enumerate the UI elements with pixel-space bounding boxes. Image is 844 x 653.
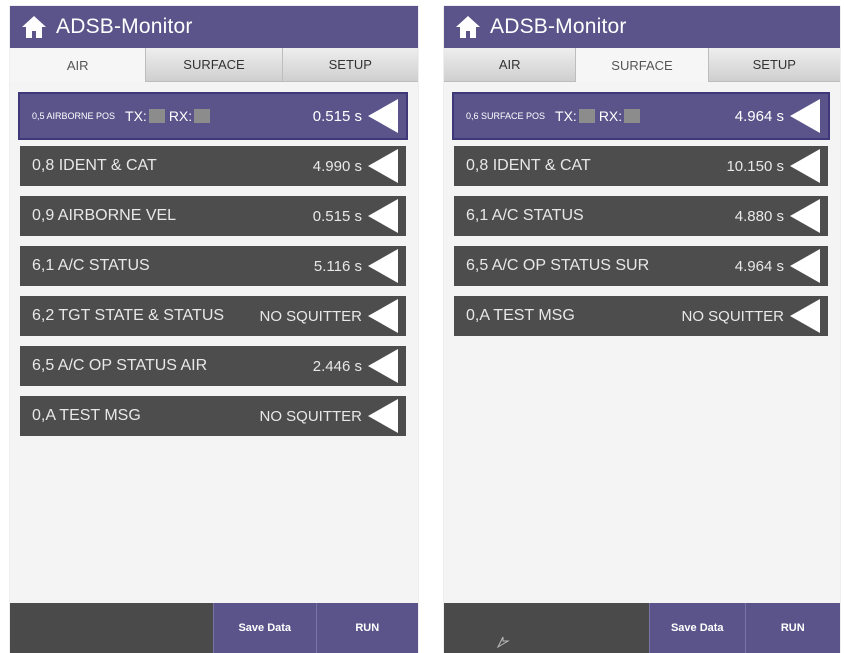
run-button[interactable]: RUN — [744, 603, 840, 653]
tx-led — [148, 109, 165, 123]
message-label: 6,5 A/C OP STATUS AIR — [32, 357, 208, 374]
message-interval: NO SQUITTER — [681, 307, 784, 325]
message-row-selected[interactable]: 0,6 SURFACE POS TX: RX: 4.964 s — [452, 92, 830, 140]
tx-led — [578, 109, 595, 123]
message-row[interactable]: 6,2 TGT STATE & STATUS NO SQUITTER — [20, 296, 406, 336]
message-label: 6,1 A/C STATUS — [466, 207, 584, 224]
message-label: 0,A TEST MSG — [32, 407, 141, 424]
left-arrow-icon[interactable] — [790, 249, 820, 283]
rx-label: RX: — [168, 108, 193, 124]
message-interval: 4.964 s — [734, 107, 784, 125]
message-label: 6,2 TGT STATE & STATUS — [32, 307, 225, 324]
message-row[interactable]: 0,A TEST MSG NO SQUITTER — [454, 296, 828, 336]
left-arrow-icon[interactable] — [368, 199, 398, 233]
left-arrow-icon[interactable] — [368, 99, 398, 133]
message-label: 0,8 IDENT & CAT — [466, 157, 591, 174]
message-interval: 0.515 s — [312, 107, 362, 125]
tx-rx-indicator: TX: RX: — [555, 108, 735, 124]
message-row[interactable]: 0,9 AIRBORNE VEL 0.515 s — [20, 196, 406, 236]
message-interval: 4.964 s — [734, 257, 784, 275]
app-title: ADSB-Monitor — [56, 15, 193, 38]
tab-air[interactable]: AIR — [10, 48, 147, 82]
tab-setup[interactable]: SETUP — [282, 48, 418, 82]
message-label: 6,1 A/C STATUS — [32, 257, 150, 274]
run-button[interactable]: RUN — [315, 603, 418, 653]
message-interval: 5.116 s — [313, 257, 362, 275]
message-list: 0,6 SURFACE POS TX: RX: 4.964 s 0,8 IDEN… — [444, 82, 840, 336]
air-screen: ADSB-Monitor AIR SURFACE SETUP 0,5 AIRBO… — [10, 6, 418, 653]
message-interval: 0.515 s — [312, 207, 362, 225]
rx-led — [624, 109, 641, 123]
message-interval: NO SQUITTER — [259, 407, 362, 425]
left-arrow-icon[interactable] — [368, 249, 398, 283]
message-interval: 4.990 s — [312, 157, 362, 175]
tab-surface[interactable]: SURFACE — [146, 48, 283, 82]
left-arrow-icon[interactable] — [368, 149, 398, 183]
tab-bar: AIR SURFACE SETUP — [444, 48, 840, 82]
app-title: ADSB-Monitor — [490, 15, 627, 38]
message-row[interactable]: 6,1 A/C STATUS 4.880 s — [454, 196, 828, 236]
message-label: 6,5 A/C OP STATUS SUR — [466, 257, 650, 274]
message-row[interactable]: 6,1 A/C STATUS 5.116 s — [20, 246, 406, 286]
tx-label: TX: — [125, 108, 147, 124]
left-arrow-icon[interactable] — [368, 399, 398, 433]
message-label: 0,6 SURFACE POS — [466, 111, 546, 121]
left-arrow-icon[interactable] — [368, 299, 398, 333]
message-interval: 4.880 s — [734, 207, 784, 225]
message-label: 0,A TEST MSG — [466, 307, 575, 324]
message-label: 0,8 IDENT & CAT — [32, 157, 157, 174]
cursor-icon — [496, 636, 510, 649]
tx-rx-indicator: TX: RX: — [125, 108, 313, 124]
app-bar: ADSB-Monitor — [10, 6, 418, 48]
home-icon[interactable] — [454, 14, 482, 40]
tab-bar: AIR SURFACE SETUP — [10, 48, 418, 82]
message-interval: NO SQUITTER — [259, 307, 362, 325]
message-label: 0,9 AIRBORNE VEL — [32, 207, 177, 224]
save-data-button[interactable]: Save Data — [649, 603, 745, 653]
home-icon[interactable] — [20, 14, 48, 40]
left-arrow-icon[interactable] — [368, 349, 398, 383]
message-row[interactable]: 6,5 A/C OP STATUS AIR 2.446 s — [20, 346, 406, 386]
left-arrow-icon[interactable] — [790, 149, 820, 183]
message-row[interactable]: 0,A TEST MSG NO SQUITTER — [20, 396, 406, 436]
save-data-button[interactable]: Save Data — [213, 603, 316, 653]
message-interval: 10.150 s — [726, 157, 784, 175]
left-arrow-icon[interactable] — [790, 199, 820, 233]
tx-label: TX: — [555, 108, 577, 124]
tab-setup[interactable]: SETUP — [708, 48, 840, 82]
tab-surface[interactable]: SURFACE — [576, 48, 709, 82]
bottom-bar: Save Data RUN — [10, 603, 418, 653]
message-interval: 2.446 s — [312, 357, 362, 375]
message-list: 0,5 AIRBORNE POS TX: RX: 0.515 s 0,8 IDE… — [10, 82, 418, 436]
left-arrow-icon[interactable] — [790, 99, 820, 133]
message-row[interactable]: 0,8 IDENT & CAT 4.990 s — [20, 146, 406, 186]
rx-led — [194, 109, 211, 123]
rx-label: RX: — [598, 108, 623, 124]
bottom-bar-spacer — [444, 603, 649, 653]
tab-air[interactable]: AIR — [444, 48, 577, 82]
message-label: 0,5 AIRBORNE POS — [32, 111, 116, 121]
bottom-bar: Save Data RUN — [444, 603, 840, 653]
surface-screen: ADSB-Monitor AIR SURFACE SETUP 0,6 SURFA… — [444, 6, 840, 653]
bottom-bar-spacer — [10, 603, 213, 653]
message-row-selected[interactable]: 0,5 AIRBORNE POS TX: RX: 0.515 s — [18, 92, 408, 140]
message-row[interactable]: 0,8 IDENT & CAT 10.150 s — [454, 146, 828, 186]
app-bar: ADSB-Monitor — [444, 6, 840, 48]
message-row[interactable]: 6,5 A/C OP STATUS SUR 4.964 s — [454, 246, 828, 286]
left-arrow-icon[interactable] — [790, 299, 820, 333]
